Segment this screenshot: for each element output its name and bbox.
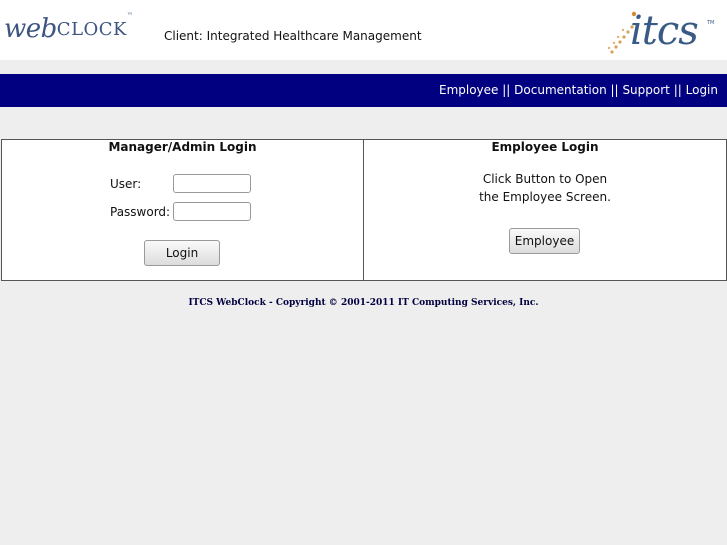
employee-login-title: Employee Login [491, 140, 599, 154]
itcs-logo: itcs TM [606, 6, 716, 56]
login-button[interactable]: Login [144, 240, 220, 266]
nav-separator: || [502, 83, 511, 97]
webclock-logo: webCLOCK™ [4, 12, 133, 44]
itcs-logo-trademark: TM [707, 20, 715, 26]
client-label: Client: Integrated Healthcare Management [164, 29, 422, 43]
nav-link-support[interactable]: Support [622, 83, 669, 97]
nav-link-employee[interactable]: Employee [439, 83, 498, 97]
employee-instruction-line1: Click Button to Open [482, 172, 608, 186]
manager-login-title: Manager/Admin Login [108, 140, 257, 154]
logo-trademark: ™ [127, 12, 133, 19]
employee-instruction-line2: the Employee Screen. [479, 190, 611, 204]
copyright-footer: ITCS WebClock - Copyright © 2001-2011 IT… [188, 298, 539, 308]
logo-clock-text: CLOCK [56, 19, 127, 40]
nav-link-documentation[interactable]: Documentation [514, 83, 607, 97]
password-label: Password: [110, 205, 171, 219]
nav-separator: || [673, 83, 682, 97]
manager-login-panel: Manager/Admin Login User: Password: Logi… [1, 139, 364, 281]
logo-web-text: web [4, 14, 57, 44]
navbar: Employee || Documentation || Support || … [0, 74, 727, 107]
user-label: User: [110, 177, 142, 191]
password-input[interactable] [173, 202, 251, 221]
employee-button[interactable]: Employee [509, 228, 580, 254]
nav-link-login[interactable]: Login [686, 83, 718, 97]
nav-separator: || [610, 83, 619, 97]
employee-login-panel: Employee Login Click Button to Open the … [363, 139, 727, 281]
user-input[interactable] [173, 174, 251, 193]
itcs-logo-text: itcs [630, 8, 699, 54]
header: webCLOCK™ Client: Integrated Healthcare … [0, 0, 727, 60]
nav-links: Employee || Documentation || Support || … [439, 83, 718, 97]
